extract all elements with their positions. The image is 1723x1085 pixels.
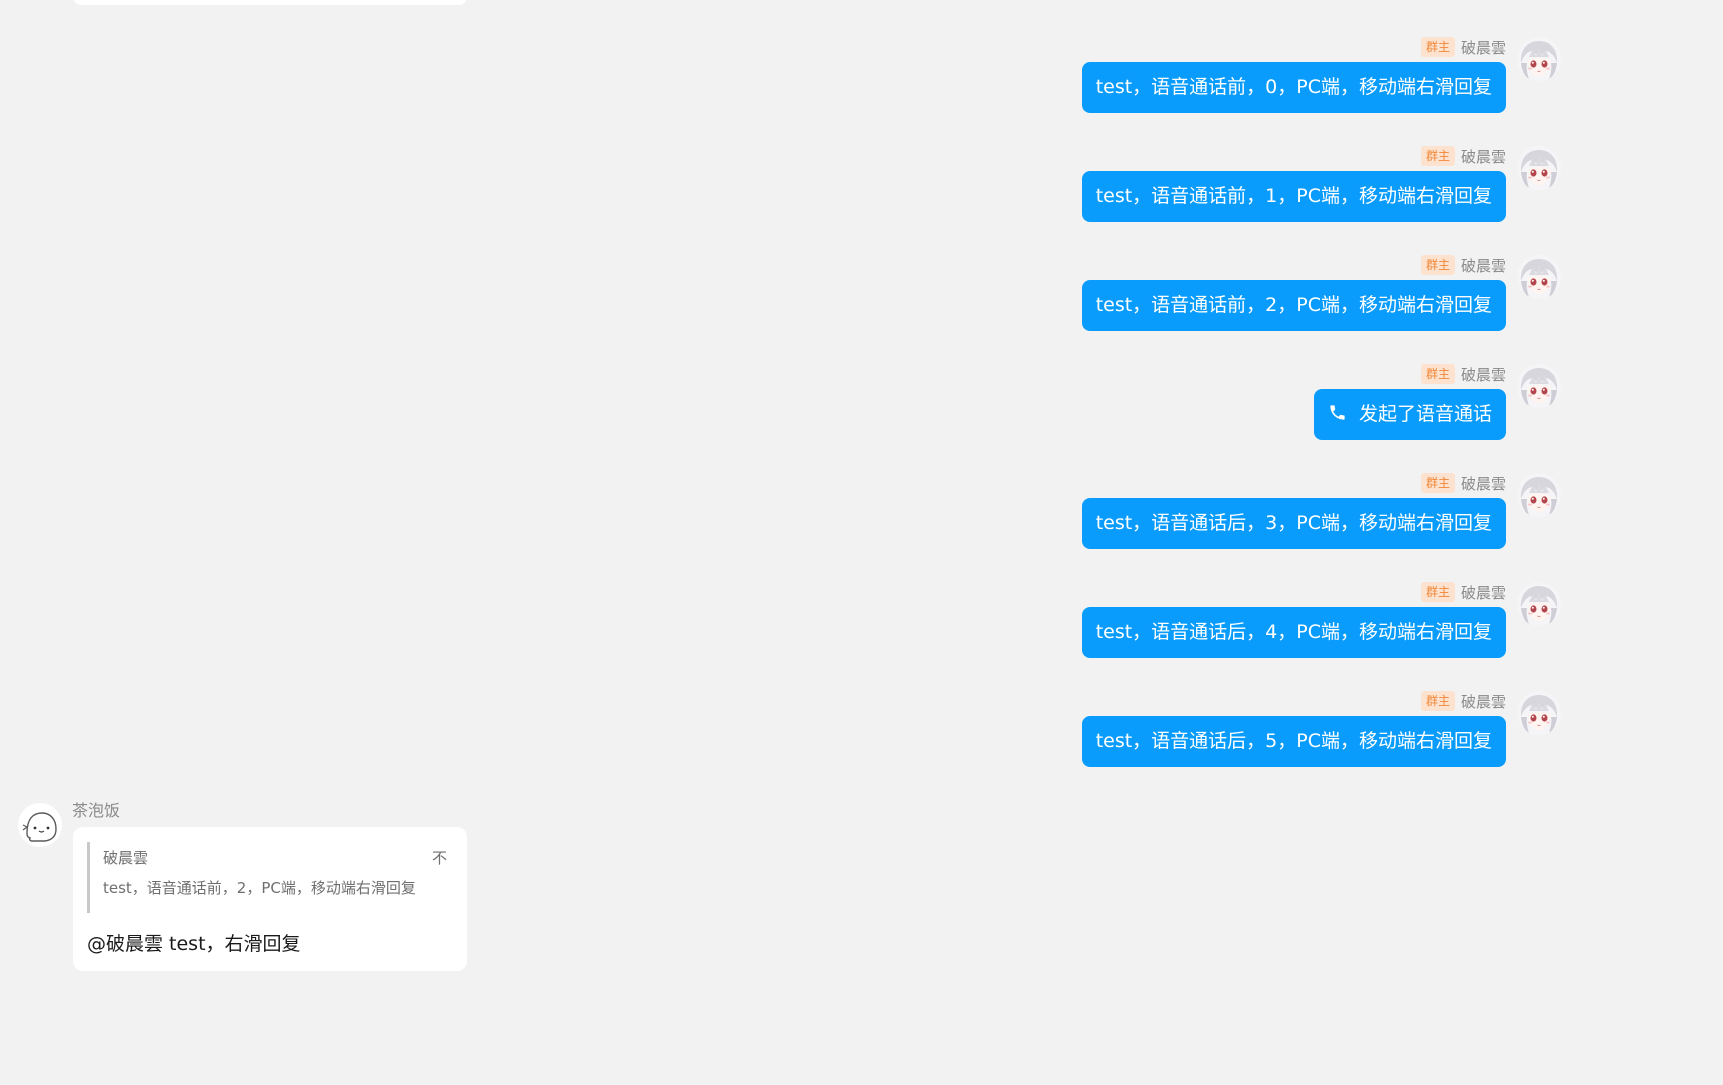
message-bubble[interactable]: test，语音通话后，5，PC端，移动端右滑回复 xyxy=(1081,716,1506,767)
message-text: test，语音通话前，0，PC端，移动端右滑回复 xyxy=(1095,76,1492,98)
sender-name: 破晨雲 xyxy=(1460,474,1506,493)
anime-girl-avatar-icon[interactable] xyxy=(1517,37,1561,81)
phone-icon xyxy=(1330,405,1345,420)
message-meta: 群主 破晨雲 xyxy=(1420,37,1506,57)
sender-name: 破晨雲 xyxy=(1460,692,1506,711)
role-badge: 群主 xyxy=(1420,582,1455,602)
message-bubble[interactable]: test，语音通话前，0，PC端，移动端右滑回复 xyxy=(1081,62,1506,113)
role-badge: 群主 xyxy=(1420,473,1455,493)
message-meta: 群主 破晨雲 xyxy=(1420,146,1506,166)
chat-message: 群主 破晨雲 test，语音通话后，3，PC端，移动端右滑回复 xyxy=(0,473,1568,573)
anime-girl-avatar-icon[interactable] xyxy=(1517,582,1561,626)
chat-message: 群主 破晨雲 发起了语音通话 xyxy=(0,364,1568,464)
chat-message: 群主 破晨雲 test，语音通话后，4，PC端，移动端右滑回复 xyxy=(0,582,1568,682)
quoted-text: test，语音通话前，2，PC端，移动端右滑回复 xyxy=(103,879,416,897)
role-badge: 群主 xyxy=(1420,37,1455,57)
chat-message: 群主 破晨雲 test，语音通话前，0，PC端，移动端右滑回复 xyxy=(0,37,1568,137)
sender-name: 破晨雲 xyxy=(1460,38,1506,57)
sender-name: 破晨雲 xyxy=(1460,256,1506,275)
message-meta: 群主 破晨雲 xyxy=(1420,364,1506,384)
quoted-author: 破晨雲 xyxy=(103,849,149,867)
message-text: test，语音通话前，2，PC端，移动端右滑回复 xyxy=(1095,294,1492,316)
previous-message-card xyxy=(73,0,467,5)
reply-message-card[interactable]: 破晨雲 不 test，语音通话前，2，PC端，移动端右滑回复 @破晨雲 test… xyxy=(73,827,467,971)
message-text: 发起了语音通话 xyxy=(1358,403,1492,425)
reply-text: @破晨雲 test，右滑回复 xyxy=(87,933,301,955)
message-text: test，语音通话前，1，PC端，移动端右滑回复 xyxy=(1095,185,1492,207)
message-text: test，语音通话后，5，PC端，移动端右滑回复 xyxy=(1095,730,1492,752)
anime-girl-avatar-icon[interactable] xyxy=(1517,473,1561,517)
quoted-message[interactable]: 破晨雲 不 test，语音通话前，2，PC端，移动端右滑回复 xyxy=(87,842,457,913)
anime-girl-avatar-icon[interactable] xyxy=(1517,691,1561,735)
message-bubble[interactable]: test，语音通话前，2，PC端，移动端右滑回复 xyxy=(1081,280,1506,331)
sender-name: 破晨雲 xyxy=(1460,147,1506,166)
incoming-reply-message: 茶泡饭 破晨雲 不 test，语音通话前，2，PC端，移动端右滑回复 @破晨雲 … xyxy=(0,800,1568,980)
role-badge: 群主 xyxy=(1420,255,1455,275)
chat-message: 群主 破晨雲 test，语音通话前，2，PC端，移动端右滑回复 xyxy=(0,255,1568,355)
voice-call-bubble[interactable]: 发起了语音通话 xyxy=(1313,389,1506,440)
message-meta: 群主 破晨雲 xyxy=(1420,691,1506,711)
message-meta: 群主 破晨雲 xyxy=(1420,473,1506,493)
message-bubble[interactable]: test，语音通话后，3，PC端，移动端右滑回复 xyxy=(1081,498,1506,549)
message-text: test，语音通话后，4，PC端，移动端右滑回复 xyxy=(1095,621,1492,643)
message-bubble[interactable]: test，语音通话后，4，PC端，移动端右滑回复 xyxy=(1081,607,1506,658)
chat-message: 群主 破晨雲 test，语音通话前，1，PC端，移动端右滑回复 xyxy=(0,146,1568,246)
role-badge: 群主 xyxy=(1420,691,1455,711)
message-meta: 群主 破晨雲 xyxy=(1420,582,1506,602)
message-bubble[interactable]: test，语音通话前，1，PC端，移动端右滑回复 xyxy=(1081,171,1506,222)
anime-girl-avatar-icon[interactable] xyxy=(1517,364,1561,408)
role-badge: 群主 xyxy=(1420,146,1455,166)
message-meta: 群主 破晨雲 xyxy=(1420,255,1506,275)
ghost-avatar-icon[interactable] xyxy=(18,803,62,847)
sender-name: 破晨雲 xyxy=(1460,583,1506,602)
message-text: test，语音通话后，3，PC端，移动端右滑回复 xyxy=(1095,512,1492,534)
sender-name: 破晨雲 xyxy=(1460,365,1506,384)
quoted-extra-text: 不 xyxy=(431,849,447,867)
anime-girl-avatar-icon[interactable] xyxy=(1517,255,1561,299)
role-badge: 群主 xyxy=(1420,364,1455,384)
chat-message: 群主 破晨雲 test，语音通话后，5，PC端，移动端右滑回复 xyxy=(0,691,1568,791)
anime-girl-avatar-icon[interactable] xyxy=(1517,146,1561,190)
sender-name: 茶泡饭 xyxy=(72,801,121,820)
